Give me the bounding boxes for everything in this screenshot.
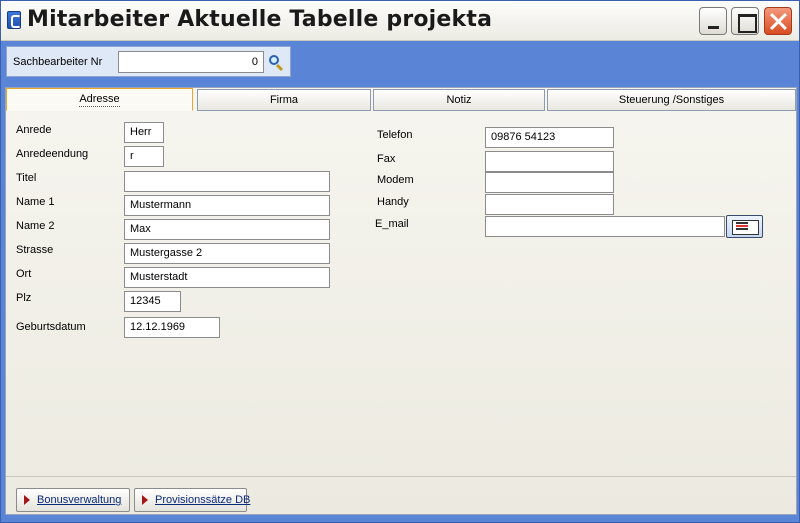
email-label: E_mail [375, 218, 409, 230]
name2-field[interactable]: Max [124, 219, 330, 240]
titel-field[interactable] [124, 171, 330, 192]
geburtsdatum-field[interactable]: 12.12.1969 [124, 317, 220, 338]
search-icon[interactable] [267, 54, 285, 72]
play-arrow-icon [142, 495, 148, 505]
ort-field[interactable]: Musterstadt [124, 267, 330, 288]
tab-steuerung-sonstiges[interactable]: Steuerung /Sonstiges [547, 89, 796, 111]
tab-adresse[interactable]: Adresse [6, 88, 193, 111]
anrede-label: Anrede [16, 124, 52, 136]
play-arrow-icon [24, 495, 30, 505]
telefon-field[interactable]: 09876 54123 [485, 127, 614, 148]
provisionssaetze-db-button[interactable]: Provisionssätze DB [134, 488, 250, 512]
footer-divider [6, 476, 796, 477]
send-mail-icon[interactable] [726, 215, 763, 238]
app-icon [7, 11, 21, 29]
telefon-label: Telefon [377, 129, 413, 141]
tab-firma[interactable]: Firma [197, 89, 371, 111]
minimize-button[interactable] [699, 7, 727, 35]
name1-field[interactable]: Mustermann [124, 195, 330, 216]
fax-label: Fax [377, 153, 396, 165]
strasse-field[interactable]: Mustergasse 2 [124, 243, 330, 264]
handy-label: Handy [377, 196, 409, 208]
name1-label: Name 1 [16, 196, 55, 208]
plz-field[interactable]: 12345 [124, 291, 181, 312]
app-window: Mitarbeiter Aktuelle Tabelle projekta Sa… [0, 0, 800, 523]
geburtsdatum-label: Geburtsdatum [16, 321, 86, 333]
title-bar: Mitarbeiter Aktuelle Tabelle projekta [1, 1, 799, 41]
ort-label: Ort [16, 268, 32, 280]
strasse-label: Strasse [16, 244, 54, 256]
sachbearbeiter-nr-input[interactable] [118, 51, 264, 73]
plz-label: Plz [16, 292, 32, 304]
anrede-field[interactable]: Herr [124, 122, 164, 143]
titel-label: Titel [16, 172, 37, 184]
window-title: Mitarbeiter Aktuelle Tabelle projekta [27, 7, 493, 32]
maximize-button[interactable] [731, 7, 759, 35]
search-bar: Sachbearbeiter Nr [6, 46, 291, 77]
anredeendung-field[interactable]: r [124, 146, 164, 167]
modem-field[interactable] [485, 172, 614, 193]
fax-field[interactable] [485, 151, 614, 172]
modem-label: Modem [377, 174, 414, 186]
handy-field[interactable] [485, 194, 614, 215]
close-button[interactable] [764, 7, 792, 35]
bonusverwaltung-button[interactable]: Bonusverwaltung [16, 488, 130, 512]
search-label: Sachbearbeiter Nr [13, 56, 103, 68]
email-field[interactable] [485, 216, 725, 237]
tab-notiz[interactable]: Notiz [373, 89, 545, 111]
tab-bar: Adresse Firma Notiz Steuerung /Sonstiges [6, 88, 796, 112]
anredeendung-label: Anredeendung [16, 148, 89, 160]
name2-label: Name 2 [16, 220, 55, 232]
main-panel: Adresse Firma Notiz Steuerung /Sonstiges… [5, 87, 797, 515]
